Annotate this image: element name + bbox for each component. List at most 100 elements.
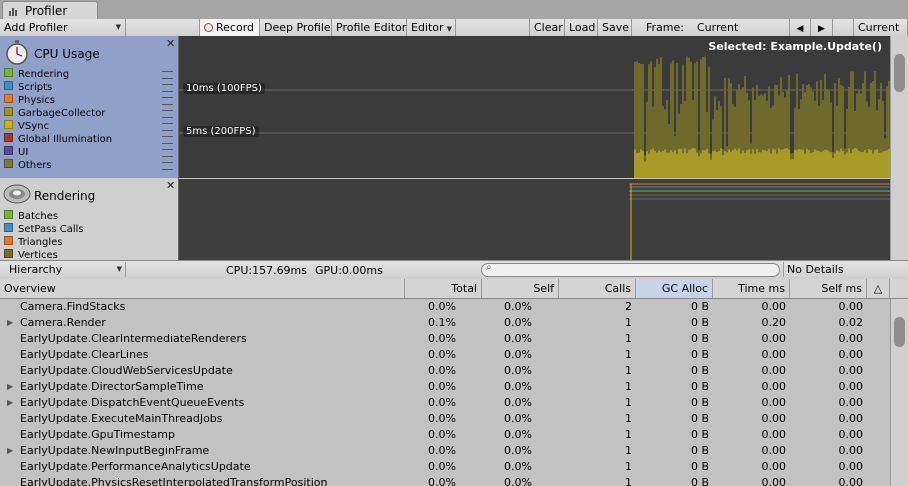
color-swatch[interactable] bbox=[4, 81, 13, 90]
color-swatch[interactable] bbox=[4, 249, 13, 258]
legend-item[interactable]: UI bbox=[4, 146, 174, 159]
drag-handle-icon[interactable] bbox=[162, 71, 173, 79]
table-row[interactable]: EarlyUpdate.ExecuteMainThreadJobs 0.0% 0.0… bbox=[0, 411, 890, 427]
row-cell-calls: 1 bbox=[625, 396, 632, 409]
current-frame-button[interactable]: Current bbox=[853, 19, 908, 36]
drag-handle-icon[interactable] bbox=[162, 162, 173, 170]
legend-item[interactable]: Physics bbox=[4, 94, 174, 107]
color-swatch[interactable] bbox=[4, 146, 13, 155]
vsync-sample-bar bbox=[848, 148, 850, 178]
legend-item[interactable]: SetPass Calls bbox=[4, 223, 174, 236]
next-frame-button[interactable]: ▶ bbox=[811, 19, 833, 36]
expand-arrow-icon[interactable]: ▶ bbox=[7, 315, 13, 331]
legend-item[interactable]: Triangles bbox=[4, 236, 174, 249]
legend-item[interactable]: Others bbox=[4, 159, 174, 172]
column-self[interactable]: Self bbox=[482, 279, 559, 298]
legend-label: VSync bbox=[18, 121, 49, 132]
vsync-sample-bar bbox=[876, 149, 878, 178]
close-icon[interactable]: ✕ bbox=[166, 179, 175, 192]
table-scroll-thumb[interactable] bbox=[894, 317, 905, 347]
table-row[interactable]: ▶ EarlyUpdate.NewInputBeginFrame 0.0% 0.0% 1… bbox=[0, 443, 890, 459]
column-overview[interactable]: Overview bbox=[0, 279, 405, 298]
vsync-sample-bar bbox=[756, 148, 758, 178]
graph-scroll-thumb[interactable] bbox=[894, 54, 905, 92]
expand-arrow-icon[interactable]: ▶ bbox=[7, 443, 13, 459]
profile-editor-button[interactable]: Profile Editor bbox=[332, 19, 407, 36]
legend-item[interactable]: Global Illumination bbox=[4, 133, 174, 146]
details-dropdown[interactable]: No Details bbox=[783, 262, 908, 277]
table-row[interactable]: ▶ Camera.Render 0.1% 0.0% 1 0 B 0.20 0.02 bbox=[0, 315, 890, 331]
color-swatch[interactable] bbox=[4, 223, 13, 232]
deep-profile-button[interactable]: Deep Profile bbox=[260, 19, 332, 36]
expand-arrow-icon[interactable]: ▶ bbox=[7, 379, 13, 395]
toolbar: Add Profiler ▼ Record Deep Profile Profi… bbox=[0, 19, 908, 37]
color-swatch[interactable] bbox=[4, 210, 13, 219]
drag-handle-icon[interactable] bbox=[162, 110, 173, 118]
vsync-sample-bar bbox=[872, 153, 874, 178]
previous-frame-button[interactable]: ◀ bbox=[789, 19, 811, 36]
close-icon[interactable]: ✕ bbox=[166, 37, 175, 50]
profiler-tab[interactable]: Profiler bbox=[2, 1, 98, 20]
clear-button[interactable]: Clear bbox=[529, 19, 565, 36]
view-mode-dropdown[interactable]: Hierarchy ▼ bbox=[3, 262, 126, 277]
row-cell-total: 0.0% bbox=[428, 396, 456, 409]
row-cell-self: 0.0% bbox=[504, 332, 532, 345]
legend-item[interactable]: VSync bbox=[4, 120, 174, 133]
record-button[interactable]: Record bbox=[199, 19, 260, 36]
table-row[interactable]: EarlyUpdate.GpuTimestamp 0.0% 0.0% 1 0 B 0.00… bbox=[0, 427, 890, 443]
drag-handle-icon[interactable] bbox=[162, 149, 173, 157]
drag-handle-icon[interactable] bbox=[162, 97, 173, 105]
drag-handle-icon[interactable] bbox=[162, 136, 173, 144]
color-swatch[interactable] bbox=[4, 159, 13, 168]
table-row[interactable]: ▶ EarlyUpdate.DirectorSampleTime 0.0% 0.0% 1… bbox=[0, 379, 890, 395]
cpu-usage-panel[interactable]: CPU Usage ✕ Rendering Scripts Physics Garba… bbox=[0, 36, 179, 179]
color-swatch[interactable] bbox=[4, 133, 13, 142]
row-function-name: Camera.FindStacks bbox=[20, 300, 126, 313]
table-row[interactable]: EarlyUpdate.PhysicsResetInterpolatedTran… bbox=[0, 475, 890, 486]
table-row[interactable]: EarlyUpdate.ClearIntermediateRenderers 0.… bbox=[0, 331, 890, 347]
legend-item[interactable]: Scripts bbox=[4, 81, 174, 94]
table-row[interactable]: ▶ EarlyUpdate.DispatchEventQueueEvents 0.0… bbox=[0, 395, 890, 411]
table-row[interactable]: EarlyUpdate.CloudWebServicesUpdate 0.0% 0.… bbox=[0, 363, 890, 379]
chevron-down-icon: ▼ bbox=[116, 265, 122, 273]
vsync-sample-bar bbox=[734, 148, 736, 178]
warning-column[interactable]: △ bbox=[867, 279, 890, 298]
graph-scrollbar[interactable] bbox=[890, 36, 908, 260]
row-cell-total: 0.0% bbox=[428, 300, 456, 313]
table-scrollbar[interactable] bbox=[890, 299, 908, 486]
column-time-ms[interactable]: Time ms bbox=[713, 279, 790, 298]
editor-target-dropdown[interactable]: Editor ▼ bbox=[407, 19, 456, 36]
cpu-usage-graph[interactable]: 10ms (100FPS) 5ms (200FPS) Selected: Exa… bbox=[179, 36, 890, 178]
column-self-ms[interactable]: Self ms bbox=[790, 279, 867, 298]
legend-item[interactable]: Rendering bbox=[4, 68, 174, 81]
load-button[interactable]: Load bbox=[565, 19, 598, 36]
save-button[interactable]: Save bbox=[598, 19, 632, 36]
search-input[interactable] bbox=[498, 264, 768, 275]
column-gc-alloc[interactable]: GC Alloc bbox=[636, 279, 713, 298]
color-swatch[interactable] bbox=[4, 120, 13, 129]
table-row[interactable]: EarlyUpdate.ClearLines 0.0% 0.0% 1 0 B 0.00 0.… bbox=[0, 347, 890, 363]
add-profiler-dropdown[interactable]: Add Profiler ▼ bbox=[0, 19, 126, 36]
row-cell-gc: 0 B bbox=[690, 348, 709, 361]
drag-handle-icon[interactable] bbox=[162, 84, 173, 92]
column-total[interactable]: Total bbox=[405, 279, 482, 298]
record-label: Record bbox=[216, 21, 255, 34]
search-field[interactable]: ⌕ bbox=[481, 262, 780, 277]
rendering-graph[interactable] bbox=[179, 179, 890, 260]
color-swatch[interactable] bbox=[4, 236, 13, 245]
color-swatch[interactable] bbox=[4, 68, 13, 77]
expand-arrow-icon[interactable]: ▶ bbox=[7, 395, 13, 411]
color-swatch[interactable] bbox=[4, 107, 13, 116]
legend-item[interactable]: GarbageCollector bbox=[4, 107, 174, 120]
column-calls[interactable]: Calls bbox=[559, 279, 636, 298]
drag-handle-icon[interactable] bbox=[162, 123, 173, 131]
vsync-sample-bar bbox=[724, 151, 726, 178]
table-row[interactable]: Camera.FindStacks 0.0% 0.0% 2 0 B 0.00 0.00 bbox=[0, 299, 890, 315]
color-swatch[interactable] bbox=[4, 94, 13, 103]
table-row[interactable]: EarlyUpdate.PerformanceAnalyticsUpdate 0.… bbox=[0, 459, 890, 475]
legend-label: Batches bbox=[18, 211, 59, 222]
row-cell-self: 0.0% bbox=[504, 412, 532, 425]
rendering-panel[interactable]: Rendering ✕ Batches SetPass Calls Triangle… bbox=[0, 178, 179, 261]
legend-item[interactable]: Batches bbox=[4, 210, 174, 223]
vsync-sample-bar bbox=[650, 149, 652, 178]
